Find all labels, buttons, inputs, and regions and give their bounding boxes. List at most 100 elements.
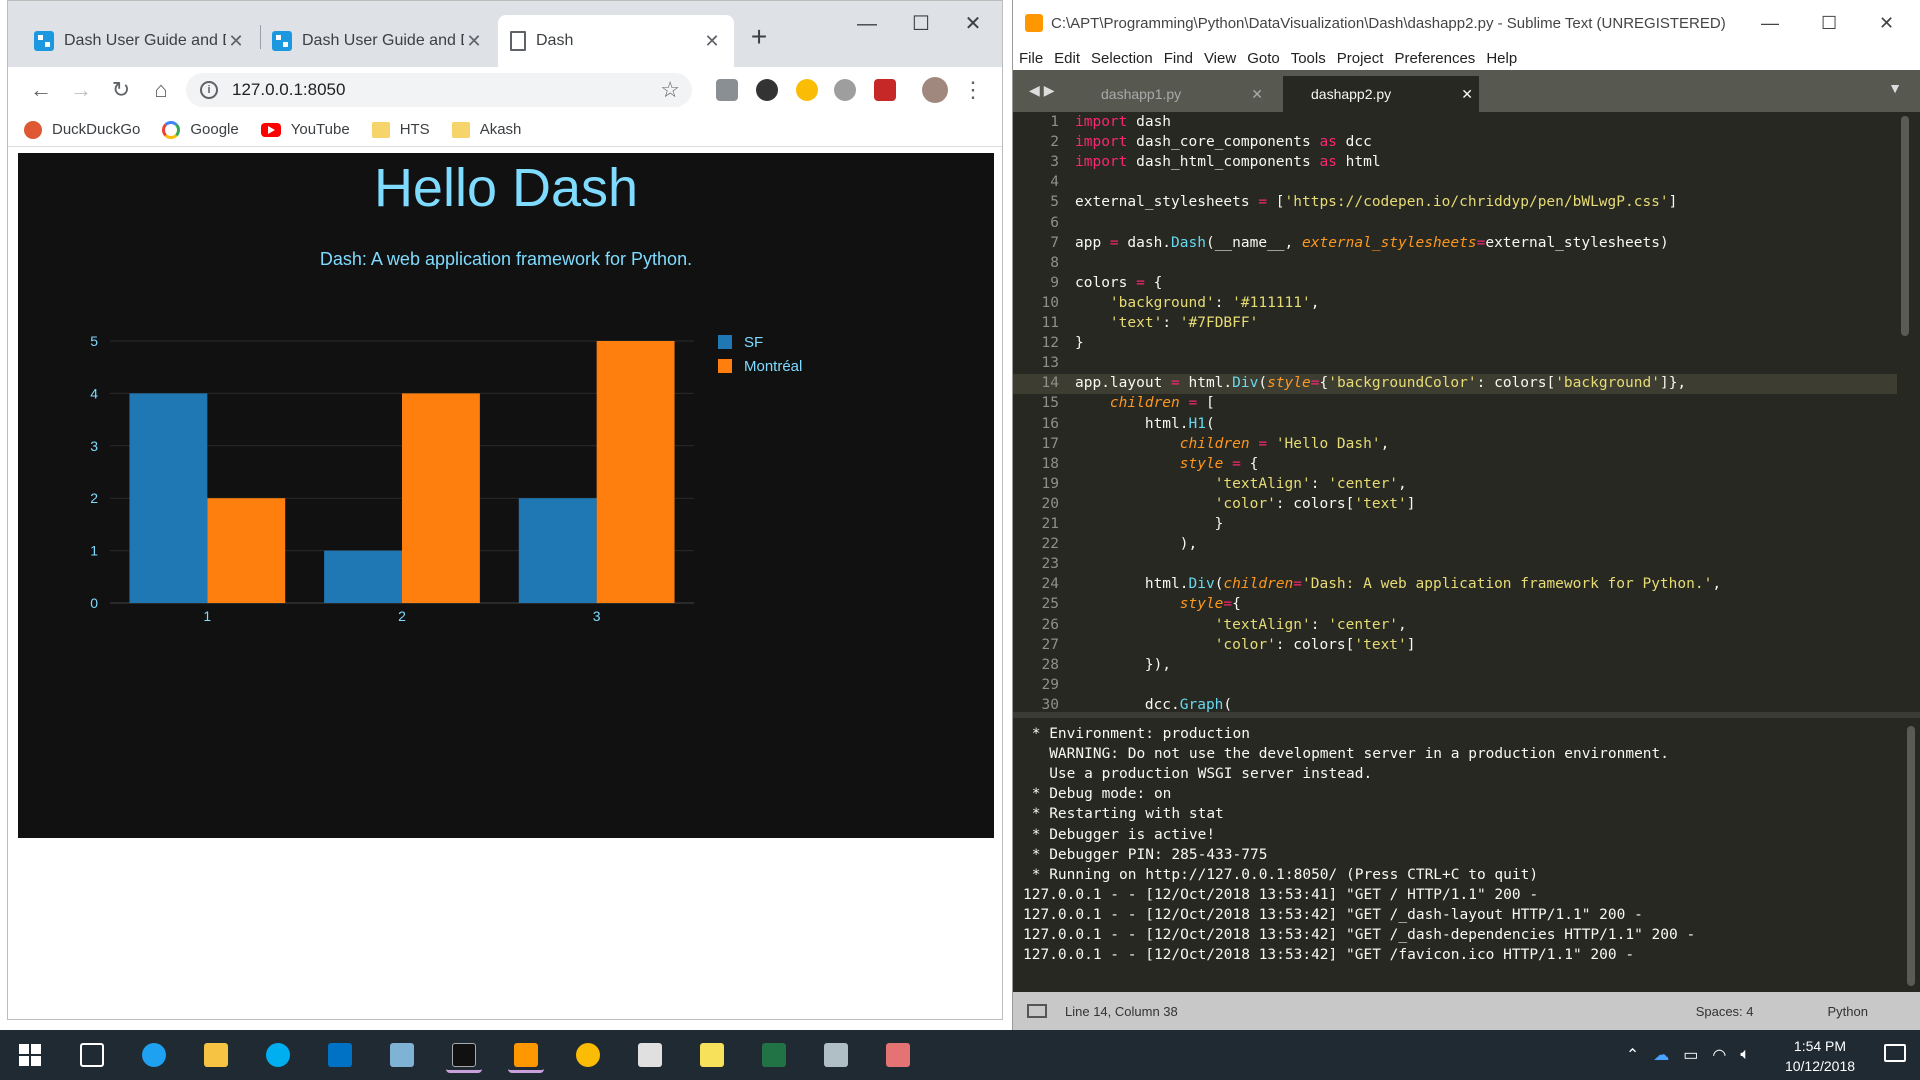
extension-c-icon[interactable]	[756, 79, 778, 101]
code-line[interactable]: 'color': colors['text']	[1075, 637, 1416, 653]
bar-chart[interactable]: 0 1 2 3 4 5 1 2 3 SF Montréal	[18, 153, 994, 838]
menu-edit[interactable]: Edit	[1054, 50, 1080, 67]
home-icon[interactable]: ⌂	[146, 75, 176, 105]
address-bar[interactable]: i 127.0.0.1:8050 ☆	[186, 73, 692, 107]
bookmark-star-icon[interactable]: ☆	[660, 77, 680, 103]
bookmark-folder-akash[interactable]: Akash	[451, 121, 521, 138]
extension-chart-icon[interactable]	[874, 79, 896, 101]
console-scrollbar[interactable]	[1907, 726, 1915, 986]
tab-dropdown-icon[interactable]: ▼	[1888, 80, 1902, 96]
bar-montral-3[interactable]	[596, 341, 675, 603]
close-window-icon[interactable]: ✕	[1879, 13, 1894, 34]
scanner-icon[interactable]	[818, 1037, 854, 1073]
legend-swatch[interactable]	[718, 335, 732, 349]
onedrive-icon[interactable]: ☁	[1653, 1045, 1669, 1065]
close-tab-icon[interactable]: ✕	[1391, 86, 1473, 103]
code-line[interactable]: style={	[1075, 596, 1241, 612]
extension-drive-icon[interactable]	[796, 79, 818, 101]
browser-tab-3-active[interactable]: Dash ✕	[498, 15, 734, 67]
close-window-icon[interactable]: ✕	[950, 9, 996, 39]
outlook-icon[interactable]	[322, 1037, 358, 1073]
browser-tab-2[interactable]: Dash User Guide and D ✕	[260, 15, 496, 67]
legend-swatch[interactable]	[718, 359, 732, 373]
menu-kebab-icon[interactable]: ⋮	[958, 75, 988, 105]
menu-file[interactable]: File	[1019, 50, 1043, 67]
code-line[interactable]: 'textAlign': 'center',	[1075, 476, 1407, 492]
chrome-icon[interactable]	[570, 1037, 606, 1073]
chevron-up-icon[interactable]: ⌃	[1626, 1045, 1639, 1065]
editor-tab-dashapp1[interactable]: dashapp1.py ✕	[1073, 76, 1277, 112]
bookmark-duckduckgo[interactable]: DuckDuckGo	[24, 120, 140, 139]
menu-find[interactable]: Find	[1164, 50, 1193, 67]
new-tab-button[interactable]: +	[744, 21, 774, 53]
bar-montral-2[interactable]	[402, 393, 480, 603]
file-explorer-icon[interactable]	[198, 1037, 234, 1073]
editor-scrollbar[interactable]	[1901, 116, 1909, 336]
tab-nav-arrows-icon[interactable]: ◀▶	[1029, 82, 1059, 99]
bar-sf-3[interactable]	[518, 498, 597, 603]
minimize-icon[interactable]: —	[1761, 13, 1779, 34]
code-line[interactable]: }),	[1075, 657, 1171, 673]
reload-icon[interactable]: ↻	[106, 75, 136, 105]
code-line[interactable]: html.H1(	[1075, 416, 1215, 432]
code-line[interactable]: 'color': colors['text']	[1075, 496, 1416, 512]
back-arrow-icon[interactable]: ←	[26, 75, 56, 105]
close-tab-icon[interactable]: ✕	[702, 31, 722, 52]
paint-icon[interactable]	[632, 1037, 668, 1073]
menu-goto[interactable]: Goto	[1247, 50, 1280, 67]
code-line[interactable]: external_stylesheets = ['https://codepen…	[1075, 194, 1677, 210]
code-line[interactable]: 'textAlign': 'center',	[1075, 617, 1407, 633]
excel-icon[interactable]	[756, 1037, 792, 1073]
start-icon[interactable]	[12, 1037, 48, 1073]
close-tab-icon[interactable]: ✕	[1181, 86, 1263, 103]
maximize-icon[interactable]: ☐	[1821, 13, 1837, 34]
volume-icon[interactable]: 🔈︎	[1740, 1046, 1750, 1064]
system-clock[interactable]: 1:54 PM 10/12/2018	[1775, 1036, 1865, 1076]
console-output[interactable]: * Environment: production WARNING: Do no…	[1013, 712, 1920, 992]
bookmark-folder-hts[interactable]: HTS	[371, 121, 430, 138]
command-prompt-icon[interactable]	[446, 1037, 482, 1073]
menu-tools[interactable]: Tools	[1291, 50, 1326, 67]
extension-globe-icon[interactable]	[834, 79, 856, 101]
paint-3d-icon[interactable]	[880, 1037, 916, 1073]
browser-tab-1[interactable]: Dash User Guide and D ✕	[22, 15, 258, 67]
bar-sf-2[interactable]	[324, 550, 402, 603]
code-line[interactable]: app = dash.Dash(__name__, external_style…	[1075, 235, 1669, 251]
menu-preferences[interactable]: Preferences	[1394, 50, 1475, 67]
code-line[interactable]: colors = {	[1075, 275, 1162, 291]
forward-arrow-icon[interactable]: →	[66, 75, 96, 105]
menu-view[interactable]: View	[1204, 50, 1236, 67]
maximize-icon[interactable]: ☐	[898, 9, 944, 39]
task-view-icon[interactable]	[74, 1037, 110, 1073]
battery-icon[interactable]: ▭	[1683, 1045, 1698, 1065]
close-tab-icon[interactable]: ✕	[464, 31, 484, 52]
code-line[interactable]: }	[1075, 516, 1224, 532]
sticky-notes-icon[interactable]	[694, 1037, 730, 1073]
bar-montral-1[interactable]	[207, 498, 286, 603]
profile-avatar[interactable]	[922, 77, 948, 103]
panel-toggle-icon[interactable]	[1027, 1004, 1047, 1018]
extension-shield-icon[interactable]	[716, 79, 738, 101]
bar-sf-1[interactable]	[129, 393, 208, 603]
code-line[interactable]: 'background': '#111111',	[1075, 295, 1320, 311]
bookmark-youtube[interactable]: YouTube	[260, 121, 350, 138]
skype-icon[interactable]	[260, 1037, 296, 1073]
code-line[interactable]: import dash	[1075, 114, 1171, 130]
close-tab-icon[interactable]: ✕	[226, 31, 246, 52]
code-line[interactable]: children = [	[1075, 395, 1215, 411]
syntax-setting[interactable]: Python	[1828, 1004, 1868, 1019]
code-line[interactable]: style = {	[1075, 456, 1259, 472]
wifi-icon[interactable]: ◠	[1712, 1045, 1726, 1065]
sublime-text-icon[interactable]	[508, 1037, 544, 1073]
notepad-icon[interactable]	[384, 1037, 420, 1073]
indentation-setting[interactable]: Spaces: 4	[1696, 1004, 1754, 1019]
code-editor[interactable]: 1 import dash 2 import dash_core_components…	[1013, 112, 1897, 712]
legend-label[interactable]: Montréal	[744, 358, 802, 375]
code-line[interactable]: ),	[1075, 536, 1197, 552]
code-line[interactable]: }	[1075, 335, 1084, 351]
editor-tab-dashapp2[interactable]: dashapp2.py ✕	[1283, 76, 1479, 112]
info-icon[interactable]: i	[200, 81, 218, 99]
notifications-icon[interactable]	[1884, 1044, 1906, 1062]
code-line[interactable]: import dash_html_components as html	[1075, 154, 1381, 170]
code-line[interactable]: app.layout = html.Div(style={'background…	[1075, 375, 1686, 391]
